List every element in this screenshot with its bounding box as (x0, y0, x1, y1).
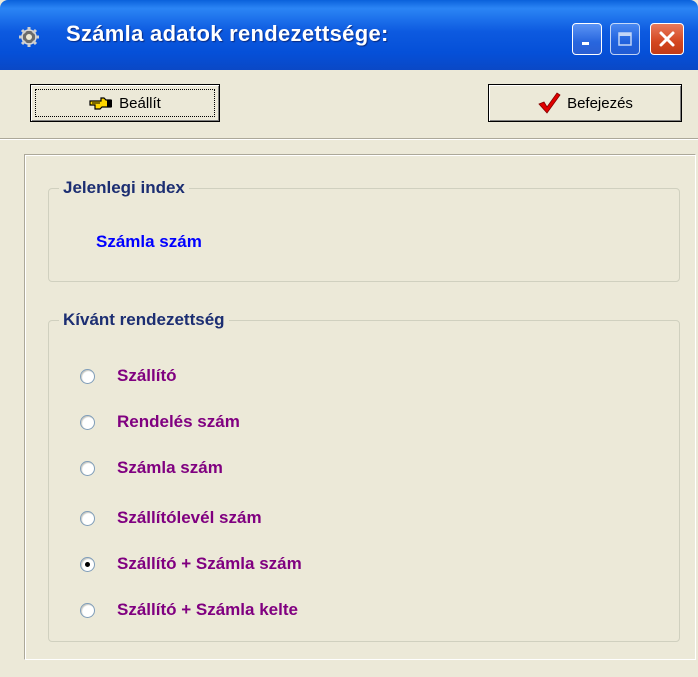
dialog-window: Számla adatok rendezettsége: Beállít Bef… (0, 0, 698, 677)
radio-option-szallito[interactable]: Szállító (80, 365, 177, 387)
radio-option-szallito-szamla-kelte[interactable]: Szállító + Számla kelte (80, 599, 298, 621)
radio-label: Szállító + Számla szám (117, 554, 302, 573)
current-index-group: Jelenlegi index (48, 178, 680, 282)
red-checkmark-icon (538, 92, 561, 114)
radio-label: Szállító (117, 366, 177, 385)
close-icon (659, 31, 675, 47)
radio-dot (85, 561, 90, 567)
radio-label: Számla szám (117, 458, 223, 477)
current-index-value: Számla szám (96, 232, 202, 251)
radio-option-rendeles-szam[interactable]: Rendelés szám (80, 411, 240, 433)
radio-button[interactable] (80, 510, 95, 526)
maximize-icon (618, 32, 632, 46)
close-button[interactable] (650, 23, 684, 55)
radio-button[interactable] (80, 414, 95, 430)
radio-label: Szállító + Számla kelte (117, 600, 298, 619)
set-button[interactable]: Beállít (30, 84, 220, 122)
toolbar-divider (0, 138, 698, 140)
radio-button-selected[interactable] (80, 556, 95, 572)
radio-button[interactable] (80, 602, 95, 618)
window-title: Számla adatok rendezettsége: (66, 21, 389, 46)
title-bar[interactable]: Számla adatok rendezettsége: (0, 0, 698, 70)
radio-button[interactable] (80, 460, 95, 476)
radio-label: Szállítólevél szám (117, 508, 262, 527)
radio-option-szallitolevel-szam[interactable]: Szállítólevél szám (80, 507, 262, 529)
gear-icon (19, 27, 39, 47)
radio-option-szamla-szam[interactable]: Számla szám (80, 457, 223, 479)
radio-label: Rendelés szám (117, 412, 240, 431)
current-index-legend: Jelenlegi index (63, 178, 185, 197)
finish-button-label: Befejezés (567, 94, 633, 112)
minimize-icon (582, 42, 589, 45)
radio-option-szallito-szamla-szam[interactable]: Szállító + Számla szám (80, 553, 302, 575)
focus-rectangle (35, 89, 215, 117)
radio-button[interactable] (80, 368, 95, 384)
finish-button[interactable]: Befejezés (488, 84, 682, 122)
minimize-button[interactable] (572, 23, 602, 55)
maximize-button[interactable] (610, 23, 640, 55)
desired-order-legend: Kívánt rendezettség (63, 310, 225, 329)
